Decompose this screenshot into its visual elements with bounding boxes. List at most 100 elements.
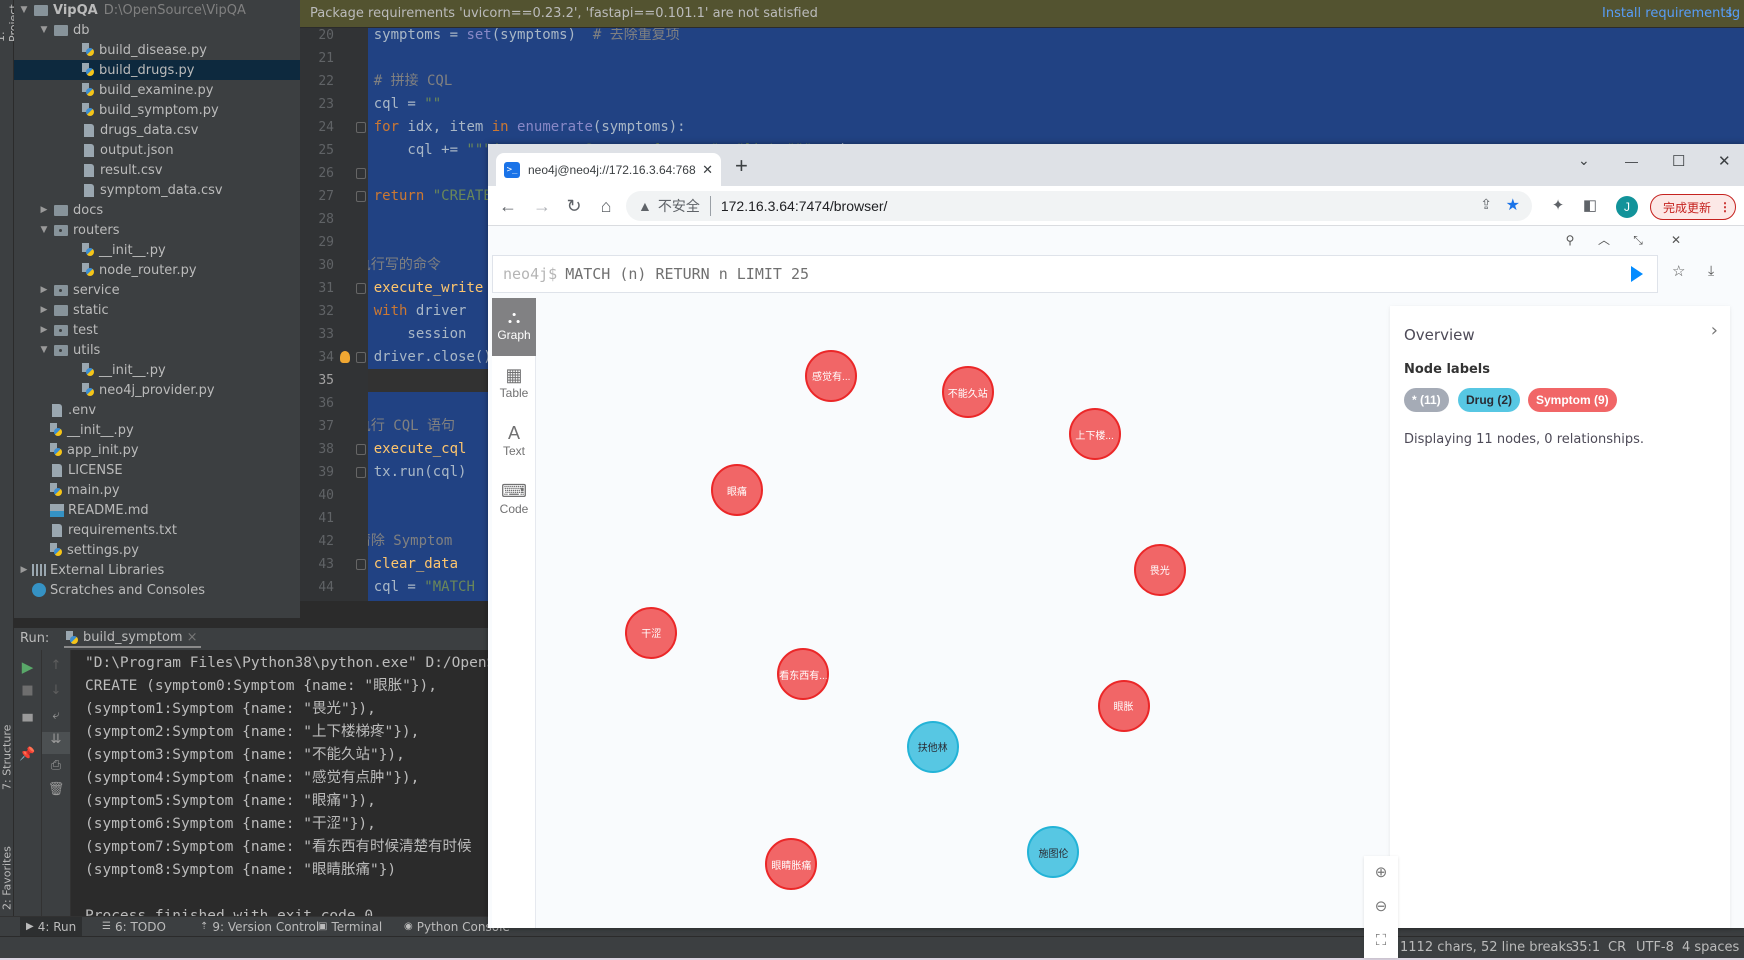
query-text[interactable]: MATCH (n) RETURN n LIMIT 25 [565,265,809,283]
fold-marker-icon[interactable] [356,467,366,478]
run-tab-build-symptom[interactable]: build_symptom × [64,630,202,648]
line-separator[interactable]: CR [1608,937,1626,959]
collapsed-arrow-icon[interactable]: ▶ [18,565,30,575]
fold-marker-icon[interactable] [356,168,366,179]
back-icon[interactable]: ← [494,192,522,220]
todo-tool-tab[interactable]: ☰ 6: TODO [96,917,172,937]
pin-icon[interactable]: 📌 [14,747,41,762]
expanded-arrow-icon[interactable]: ▼ [38,25,50,35]
symptom-node[interactable]: 不能久站 [941,366,994,419]
drug-label-pill[interactable]: Drug (2) [1458,388,1520,412]
reload-icon[interactable]: ↻ [560,192,588,220]
address-bar[interactable]: ▲ 不安全 172.16.3.64:7474/browser/ ⇪ ★ [626,191,1532,221]
view-table-button[interactable]: ▦ Table [492,356,536,414]
share-icon[interactable]: ⇪ [1480,196,1492,213]
tree-item[interactable]: __init__.py [14,360,300,380]
warning-icon[interactable]: ▲ [638,198,652,214]
update-button[interactable]: 完成更新 ⋮ [1650,194,1736,220]
view-code-button[interactable]: ⌨ Code [492,472,536,530]
ignore-requirements-link[interactable]: Ig [1728,6,1740,21]
tree-item[interactable]: neo4j_provider.py [14,380,300,400]
tree-item[interactable]: ▼ routers [14,220,300,240]
symptom-node[interactable]: 眼痛 [711,464,763,517]
tree-item[interactable]: app_init.py [14,440,300,460]
forward-icon[interactable]: → [528,192,556,220]
down-arrow-icon[interactable]: ↓ [42,683,70,698]
expanded-arrow-icon[interactable]: ▼ [38,225,50,235]
tree-item[interactable]: LICENSE [14,460,300,480]
all-nodes-pill[interactable]: * (11) [1404,388,1449,412]
tree-item[interactable]: README.md [14,500,300,520]
fold-marker-icon[interactable] [356,444,366,455]
close-tab-icon[interactable]: ✕ [702,162,713,178]
tree-item[interactable]: __init__.py [14,240,300,260]
favorite-query-icon[interactable]: ☆ [1672,262,1685,280]
tree-item[interactable]: .env [14,400,300,420]
symptom-node[interactable]: 干涩 [625,606,678,659]
fold-marker-icon[interactable] [356,191,366,202]
tree-item[interactable]: Scratches and Consoles [14,580,300,600]
terminal-tool-tab[interactable]: ▣ Terminal [312,917,388,937]
run-tool-tab[interactable]: ▶ 4: Run [20,917,83,937]
drug-node[interactable]: 扶他林 [906,720,959,773]
zoom-out-icon[interactable]: ⊖ [1364,890,1398,924]
print-icon[interactable]: ⎙ [42,758,70,773]
symptom-node[interactable]: 上下楼... [1068,408,1121,461]
home-icon[interactable]: ⌂ [592,192,620,220]
not-secure-label[interactable]: 不安全 [658,196,711,216]
favorites-tool-tab[interactable]: 2: Favorites [0,820,14,910]
tab-search-icon[interactable]: ⌄ [1578,152,1590,169]
collapsed-arrow-icon[interactable]: ▶ [38,205,50,215]
tree-item[interactable]: ▼ VipQA D:\OpenSource\VipQA [14,0,300,20]
new-tab-button[interactable]: + [735,153,748,179]
expanded-arrow-icon[interactable]: ▼ [38,345,50,355]
version-control-tool-tab[interactable]: ⇡ 9: Version Control [194,917,325,937]
tree-item[interactable]: node_router.py [14,260,300,280]
tree-item[interactable]: __init__.py [14,420,300,440]
fullscreen-frame-icon[interactable]: ⤡ [1628,230,1648,250]
collapsed-arrow-icon[interactable]: ▶ [38,285,50,295]
run-console[interactable]: "D:\Program Files\Python38\python.exe" D… [71,650,488,916]
cypher-query-editor[interactable]: neo4j$ MATCH (n) RETURN n LIMIT 25 [492,255,1658,293]
pin-frame-icon[interactable]: ⚲ [1560,230,1580,250]
symptom-node[interactable]: 感觉有... [805,349,858,402]
close-frame-icon[interactable]: ✕ [1666,230,1686,250]
tree-item[interactable]: ▶ service [14,280,300,300]
tree-item[interactable]: symptom_data.csv [14,180,300,200]
install-requirements-link[interactable]: Install requirements [1602,6,1732,21]
tree-item[interactable]: main.py [14,480,300,500]
tree-item[interactable]: build_examine.py [14,80,300,100]
tree-item[interactable]: ▼ db [14,20,300,40]
tree-item[interactable]: build_drugs.py [14,60,300,80]
tree-item[interactable]: settings.py [14,540,300,560]
scroll-to-end-icon[interactable]: ⇊ [42,732,70,754]
tree-item[interactable]: build_disease.py [14,40,300,60]
view-graph-button[interactable]: ⛬ Graph [492,298,536,356]
tree-item[interactable]: ▼ utils [14,340,300,360]
zoom-in-icon[interactable]: ⊕ [1364,856,1398,890]
graph-canvas[interactable]: Overview › Node labels * (11) Drug (2) Sym… [536,298,1744,958]
fold-marker-icon[interactable] [356,559,366,570]
run-query-button[interactable] [1631,266,1643,282]
indent-setting[interactable]: 4 spaces [1682,937,1739,959]
expanded-arrow-icon[interactable]: ▼ [18,5,30,15]
side-panel-icon[interactable]: ◧ [1576,192,1604,220]
layout-icon[interactable]: ▀ [14,715,41,730]
tree-item[interactable]: ▶ docs [14,200,300,220]
symptom-node[interactable]: 看东西有... [777,648,830,701]
browser-tab[interactable]: >_ neo4j@neo4j://172.16.3.64:7687 ✕ [496,153,721,186]
tree-item[interactable]: drugs_data.csv [14,120,300,140]
trash-icon[interactable]: 🗑 [42,782,70,797]
file-encoding[interactable]: UTF-8 [1636,937,1674,959]
tree-item[interactable]: result.csv [14,160,300,180]
tree-item[interactable]: build_symptom.py [14,100,300,120]
tree-item[interactable]: ▶ static [14,300,300,320]
tree-item[interactable]: output.json [14,140,300,160]
fit-to-screen-icon[interactable]: ⛶ [1364,924,1398,958]
fold-marker-icon[interactable] [356,352,366,363]
profile-avatar[interactable]: J [1616,196,1638,218]
download-icon[interactable]: ⤓ [1708,262,1714,279]
close-window-button[interactable]: ✕ [1718,152,1731,170]
rerun-icon[interactable]: ▶ [14,658,41,676]
soft-wrap-icon[interactable]: ⤶ [42,708,70,723]
